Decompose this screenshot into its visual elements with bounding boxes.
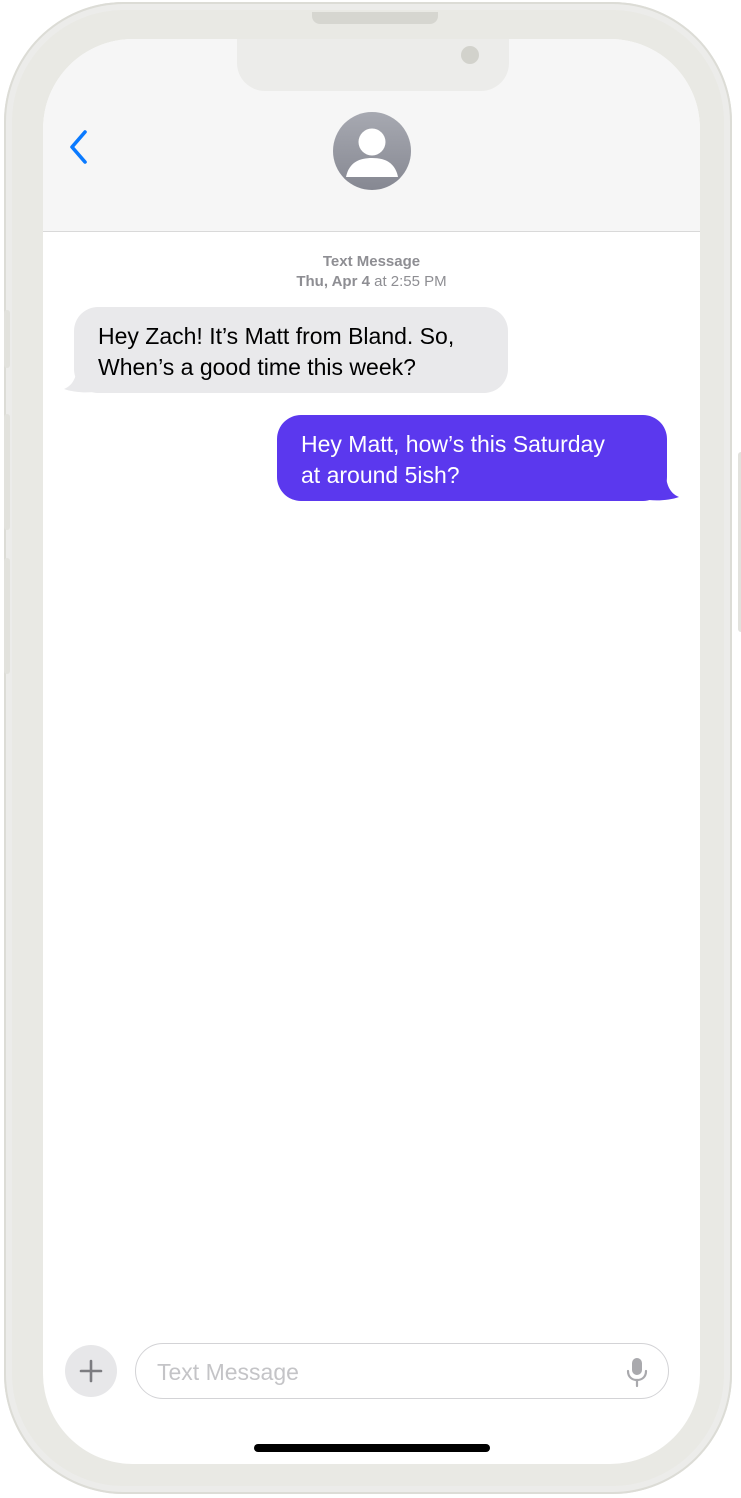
conversation-header (43, 39, 700, 232)
screen: Text Message Thu, Apr 4 at 2:55 PM Hey Z… (43, 39, 700, 1464)
earpiece-speaker (312, 12, 438, 24)
service-label: Text Message (322, 253, 421, 270)
notch (237, 39, 509, 91)
phone-frame: Text Message Thu, Apr 4 at 2:55 PM Hey Z… (4, 2, 741, 1494)
person-silhouette-icon (346, 128, 398, 177)
at-label: at (374, 273, 387, 290)
contact-avatar[interactable] (333, 112, 411, 190)
volume-down-button (4, 558, 10, 674)
apps-plus-button[interactable] (65, 1345, 117, 1397)
message-input[interactable] (155, 1354, 599, 1390)
date-label: Thu, Apr 4 (296, 273, 370, 290)
microphone-icon (626, 1358, 648, 1388)
volume-up-button (4, 414, 10, 530)
time-label: 2:55 PM (390, 273, 447, 290)
chevron-left-icon (70, 130, 87, 164)
date-time-label: Thu, Apr 4 at 2:55 PM (43, 272, 700, 292)
silent-switch (4, 310, 10, 368)
message-compose-field (135, 1343, 669, 1399)
dictation-button[interactable] (622, 1356, 652, 1388)
front-camera (461, 46, 479, 64)
incoming-message-bubble[interactable]: Hey Zach! It’s Matt from Bland. So, When… (74, 307, 508, 393)
outgoing-message-bubble[interactable]: Hey Matt, how’s this Saturday at around … (277, 415, 667, 501)
plus-icon (79, 1359, 103, 1383)
back-button[interactable] (65, 127, 95, 167)
home-indicator[interactable] (254, 1444, 490, 1452)
message-timestamp: Text Message Thu, Apr 4 at 2:55 PM (43, 252, 700, 292)
